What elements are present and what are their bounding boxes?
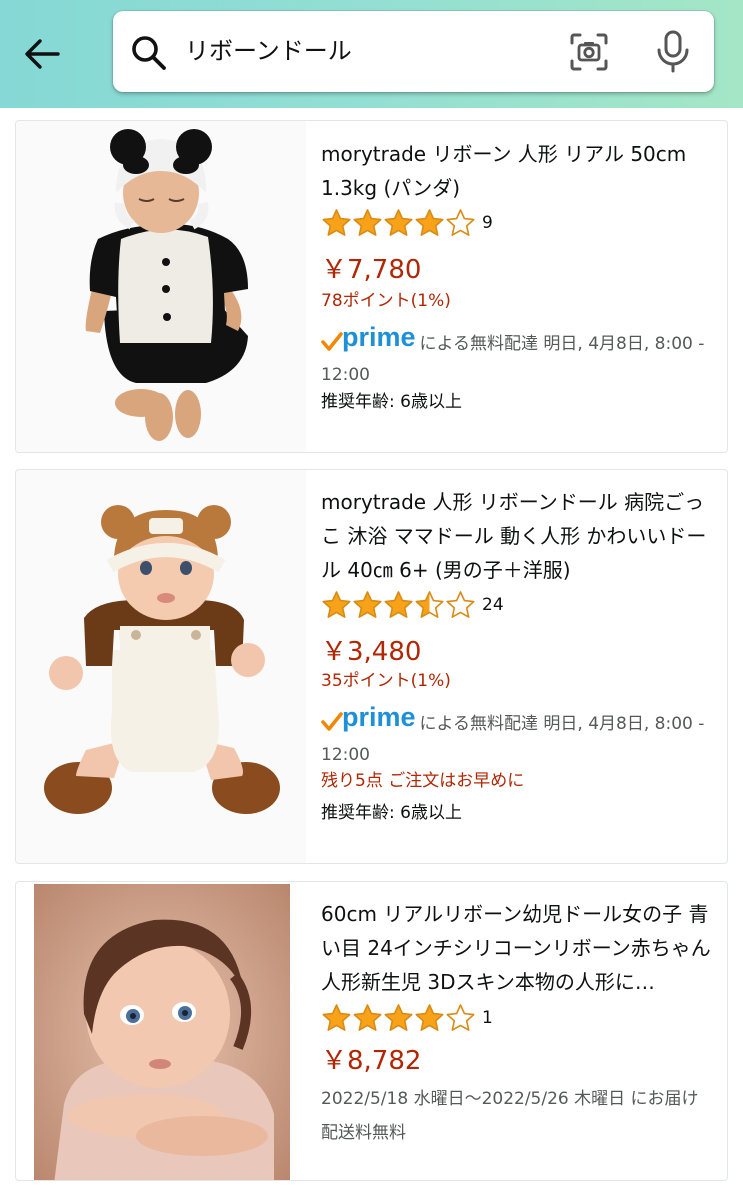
prime-badge: prime (321, 322, 416, 353)
product-image-girl-doll[interactable] (34, 884, 290, 1180)
shipping-free: 配送料無料 (321, 1123, 406, 1143)
product-price: ￥8,782 (321, 1046, 422, 1076)
stock-warning: 残り5点 ご注文はお早めに (321, 771, 525, 791)
star-rating (321, 590, 476, 621)
star-icon (353, 590, 382, 618)
star-rating (321, 208, 476, 239)
star-icon (322, 590, 351, 618)
star-icon (446, 590, 475, 618)
star-icon (384, 590, 413, 618)
star-icon (415, 1003, 444, 1031)
product-card[interactable]: 60cm リアルリボーン幼児ドール女の子 青い目 24インチシリコーンリボーン赤… (15, 881, 728, 1181)
product-rating[interactable]: 24 (321, 588, 504, 622)
product-title[interactable]: 60cm リアルリボーン幼児ドール女の子 青い目 24インチシリコーンリボーン赤… (321, 897, 716, 999)
search-input[interactable]: リボーンドール (113, 11, 714, 92)
delivery-info: prime による無料配達 明日, 4月8日, 8:00 - 12:00 (321, 702, 716, 771)
prime-badge: prime (321, 702, 416, 733)
prime-check-icon (321, 712, 343, 731)
star-rating (321, 1003, 476, 1034)
star-icon (415, 590, 444, 618)
product-price: ￥7,780 (321, 255, 422, 285)
delivery-info: prime による無料配達 明日, 4月8日, 8:00 - 12:00 (321, 322, 716, 391)
star-icon (384, 208, 413, 236)
review-count[interactable]: 1 (482, 1008, 493, 1028)
product-image-panda-doll[interactable] (16, 121, 306, 452)
search-query-text[interactable]: リボーンドール (185, 33, 352, 69)
recommended-age: 推奨年齢: 6歳以上 (321, 392, 462, 412)
back-arrow-icon (25, 39, 60, 69)
star-icon (353, 1003, 382, 1031)
star-icon (353, 208, 382, 236)
search-icon[interactable] (129, 33, 169, 73)
product-points: 35ポイント(1%) (321, 671, 451, 691)
star-icon (384, 1003, 413, 1031)
product-title[interactable]: morytrade 人形 リボーンドール 病院ごっこ 沐浴 ママドール 動く人形… (321, 485, 716, 587)
star-icon (415, 208, 444, 236)
review-count[interactable]: 9 (482, 213, 493, 233)
product-rating[interactable]: 1 (321, 1001, 493, 1035)
product-points: 78ポイント(1%) (321, 291, 451, 311)
prime-check-icon (321, 332, 343, 351)
review-count[interactable]: 24 (482, 595, 504, 615)
search-header: リボーンドール (0, 0, 743, 108)
star-icon (322, 208, 351, 236)
star-icon (446, 208, 475, 236)
product-title[interactable]: morytrade リボーン 人形 リアル 50cm 1.3kg (パンダ) (321, 137, 716, 205)
product-image-bear-hat-doll[interactable] (16, 470, 306, 863)
product-rating[interactable]: 9 (321, 206, 493, 240)
delivery-date: 2022/5/18 水曜日～2022/5/26 木曜日 にお届け (321, 1089, 699, 1109)
recommended-age: 推奨年齢: 6歳以上 (321, 803, 462, 823)
mic-icon[interactable] (651, 29, 695, 75)
star-icon (322, 1003, 351, 1031)
product-card[interactable]: morytrade リボーン 人形 リアル 50cm 1.3kg (パンダ) 9… (15, 120, 728, 453)
star-icon (446, 1003, 475, 1031)
camera-icon[interactable] (568, 31, 610, 73)
back-button[interactable] (18, 30, 66, 78)
product-price: ￥3,480 (321, 637, 422, 667)
product-card[interactable]: morytrade 人形 リボーンドール 病院ごっこ 沐浴 ママドール 動く人形… (15, 469, 728, 864)
